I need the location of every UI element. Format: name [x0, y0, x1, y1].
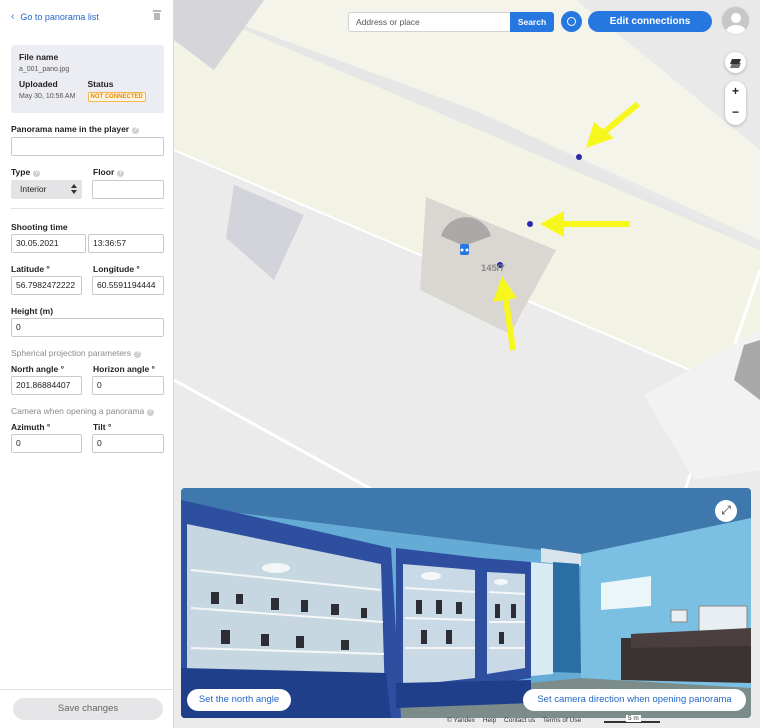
panorama-name-label: Panorama name in the player? [11, 124, 140, 134]
sort-arrows-icon [71, 184, 77, 195]
map-scale: 5 m [604, 715, 660, 726]
zoom-out-button[interactable]: − [725, 105, 746, 119]
floor-input[interactable] [92, 180, 164, 199]
type-select[interactable]: Interior [11, 180, 82, 199]
panorama-name-input[interactable] [11, 137, 164, 156]
question-icon[interactable]: ? [33, 170, 41, 177]
panorama-image [181, 488, 751, 718]
search-placeholder: Address or place [356, 17, 420, 27]
question-icon[interactable]: ? [147, 409, 155, 416]
azimuth-label: Azimuth ° [11, 422, 51, 432]
terms-link[interactable]: Terms of Use [543, 717, 581, 724]
fit-view-icon[interactable] [561, 11, 582, 32]
layers-icon[interactable] [725, 52, 746, 73]
type-label: Type? [11, 167, 41, 177]
scale-label: 5 m [626, 715, 641, 722]
edit-connections-button[interactable]: Edit connections [588, 11, 712, 32]
trash-icon[interactable] [153, 10, 161, 20]
save-bar: Save changes [0, 689, 174, 728]
help-link[interactable]: Help [483, 717, 496, 724]
save-changes-button[interactable]: Save changes [13, 698, 163, 720]
zoom-in-button[interactable]: + [725, 84, 746, 98]
uploaded-value: May 30, 10:56 AM [19, 93, 76, 100]
panorama-marker-icon [460, 244, 469, 255]
tilt-input[interactable]: 0 [92, 434, 164, 453]
azimuth-input[interactable]: 0 [11, 434, 82, 453]
building-number: 145/7 [481, 263, 505, 274]
divider [11, 208, 164, 209]
back-link-label: Go to panorama list [20, 11, 99, 22]
file-name-value: a_001_pano.jpg [19, 66, 70, 73]
latitude-label: Latitude ° [11, 264, 50, 274]
north-angle-label: North angle ° [11, 364, 64, 374]
search-button[interactable]: Search [510, 12, 554, 32]
type-select-value: Interior [20, 184, 47, 194]
spherical-params-label: Spherical projection parameters? [11, 348, 142, 358]
status-badge: NOT CONNECTED [87, 92, 146, 102]
shooting-date-input[interactable]: 30.05.2021 [11, 234, 86, 253]
map-footer: © Yandex Help Contact us Terms of Use [447, 717, 587, 724]
height-label: Height (m) [11, 306, 54, 316]
set-north-angle-button[interactable]: Set the north angle [187, 689, 291, 711]
uploaded-label: Uploaded [19, 79, 58, 89]
avatar[interactable] [721, 6, 750, 35]
question-icon[interactable]: ? [117, 170, 125, 177]
question-icon[interactable]: ? [134, 351, 142, 358]
status-label: Status [87, 79, 114, 89]
height-input[interactable]: 0 [11, 318, 164, 337]
question-icon[interactable]: ? [132, 127, 140, 134]
expand-icon[interactable]: ⤢ [715, 500, 737, 522]
horizon-angle-input[interactable]: 0 [92, 376, 164, 395]
tilt-label: Tilt ° [93, 422, 112, 432]
panorama-viewer[interactable]: ⤢ Set the north angle Set camera directi… [181, 488, 751, 718]
address-search-input[interactable]: Address or place Search [348, 12, 554, 32]
contact-link[interactable]: Contact us [504, 717, 535, 724]
shooting-time-input[interactable]: 13:36:57 [88, 234, 164, 253]
copyright-text: © Yandex [447, 717, 476, 724]
floor-label: Floor? [93, 167, 125, 177]
zoom-control: + − [725, 81, 746, 125]
north-angle-input[interactable]: 201.86884407 [11, 376, 82, 395]
chevron-left-icon: ‹ [11, 11, 15, 22]
shooting-time-label: Shooting time [11, 222, 68, 232]
back-to-list-link[interactable]: ‹ Go to panorama list [11, 11, 99, 22]
set-camera-direction-button[interactable]: Set camera direction when opening panora… [523, 689, 746, 711]
sidebar: ‹ Go to panorama list File name a_001_pa… [0, 0, 174, 728]
camera-opening-label: Camera when opening a panorama? [11, 406, 155, 416]
file-name-label: File name [19, 52, 59, 62]
horizon-angle-label: Horizon angle ° [93, 364, 155, 374]
longitude-label: Longitude ° [93, 264, 140, 274]
latitude-input[interactable]: 56.7982472222 [11, 276, 82, 295]
longitude-input[interactable]: 60.5591194444 [92, 276, 164, 295]
file-info-card: File name a_001_pano.jpg Uploaded May 30… [11, 45, 164, 113]
